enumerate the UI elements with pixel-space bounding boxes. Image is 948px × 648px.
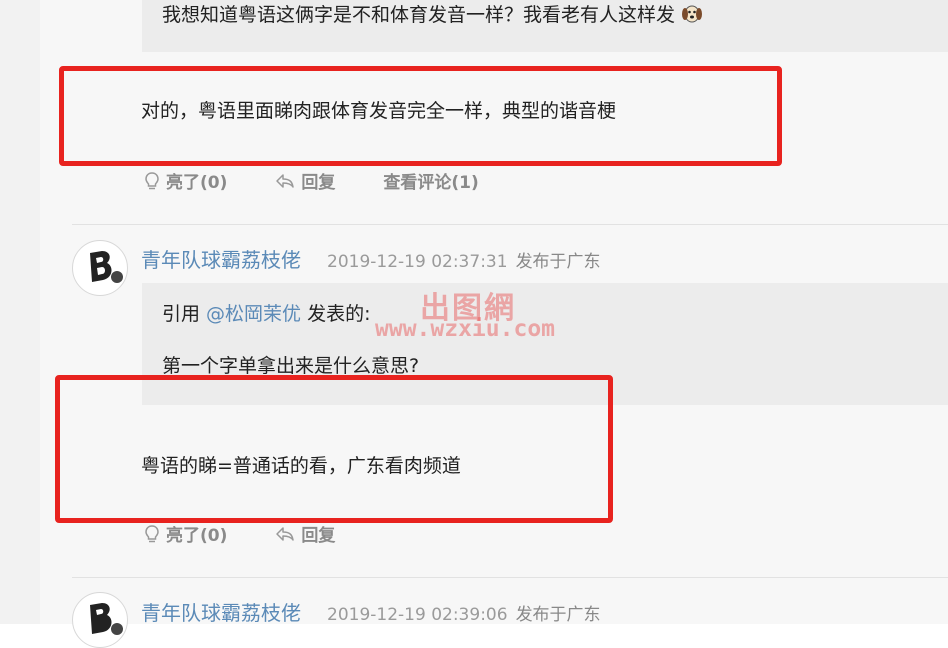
reply-actions: 亮了(0) 回复 查看评论(1): [144, 168, 479, 193]
watermark-url: www.wzxiu.com: [375, 316, 556, 342]
quote-text: 第一个字单拿出来是什么意思?: [162, 355, 420, 377]
highlight-box: [55, 375, 613, 523]
left-gutter: [0, 0, 40, 624]
post-location: 发布于广东: [515, 252, 601, 272]
post-location: 发布于广东: [515, 605, 601, 625]
avatar-image-icon: [90, 603, 123, 635]
quote-block-top: 我想知道粤语这俩字是不和体育发音一样？我看老有人这样发: [142, 0, 948, 52]
avatar[interactable]: [72, 240, 128, 296]
avatar[interactable]: [72, 592, 128, 648]
username[interactable]: 青年队球霸荔枝佬: [141, 244, 301, 273]
quote-text: 我想知道粤语这俩字是不和体育发音一样？我看老有人这样发: [162, 0, 703, 27]
like-button[interactable]: 亮了(0): [144, 521, 227, 546]
reply-button[interactable]: 回复: [275, 168, 335, 193]
lightbulb-icon: [145, 524, 159, 542]
post-meta: 2019-12-19 02:39:06 发布于广东: [327, 600, 601, 625]
post-time: 2019-12-19 02:37:31: [327, 252, 508, 272]
dog-emoji-icon: [682, 5, 703, 23]
post-meta: 2019-12-19 02:37:31 发布于广东: [327, 247, 601, 272]
post-time: 2019-12-19 02:39:06: [327, 605, 508, 625]
quote-header: 引用 @松岡茉优 发表的:: [162, 303, 371, 325]
view-comments-button[interactable]: 查看评论(1): [383, 168, 478, 193]
divider: [72, 224, 948, 225]
reply-arrow-icon: [276, 526, 295, 541]
post-actions: 亮了(0) 回复: [144, 521, 335, 546]
lightbulb-icon: [145, 171, 159, 189]
username[interactable]: 青年队球霸荔枝佬: [141, 597, 301, 626]
like-button[interactable]: 亮了(0): [144, 168, 227, 193]
divider: [72, 577, 948, 578]
highlight-box: [59, 66, 782, 166]
quote-mention-link[interactable]: @松岡茉优: [206, 303, 301, 325]
avatar-image-icon: [90, 251, 123, 283]
reply-button[interactable]: 回复: [275, 521, 335, 546]
reply-arrow-icon: [276, 173, 295, 188]
